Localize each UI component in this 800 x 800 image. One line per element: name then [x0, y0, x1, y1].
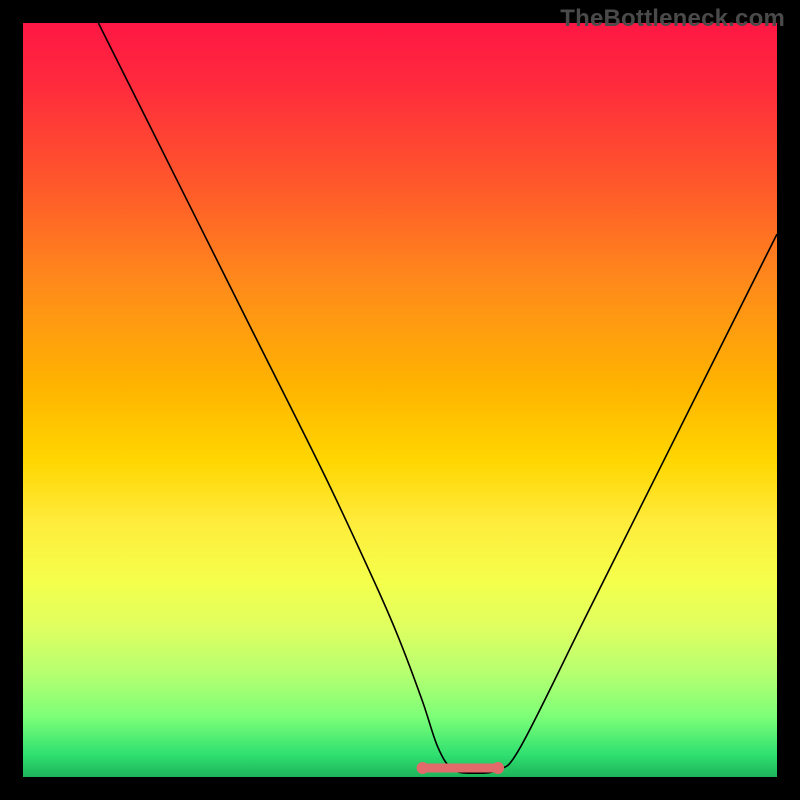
- optimal-range-start-dot: [417, 762, 429, 774]
- plot-area: [23, 23, 777, 777]
- bottleneck-curve: [98, 23, 777, 773]
- brand-watermark: TheBottleneck.com: [560, 5, 785, 33]
- curve-layer: [23, 23, 777, 777]
- optimal-range-end-dot: [492, 762, 504, 774]
- chart-frame: TheBottleneck.com: [0, 0, 800, 800]
